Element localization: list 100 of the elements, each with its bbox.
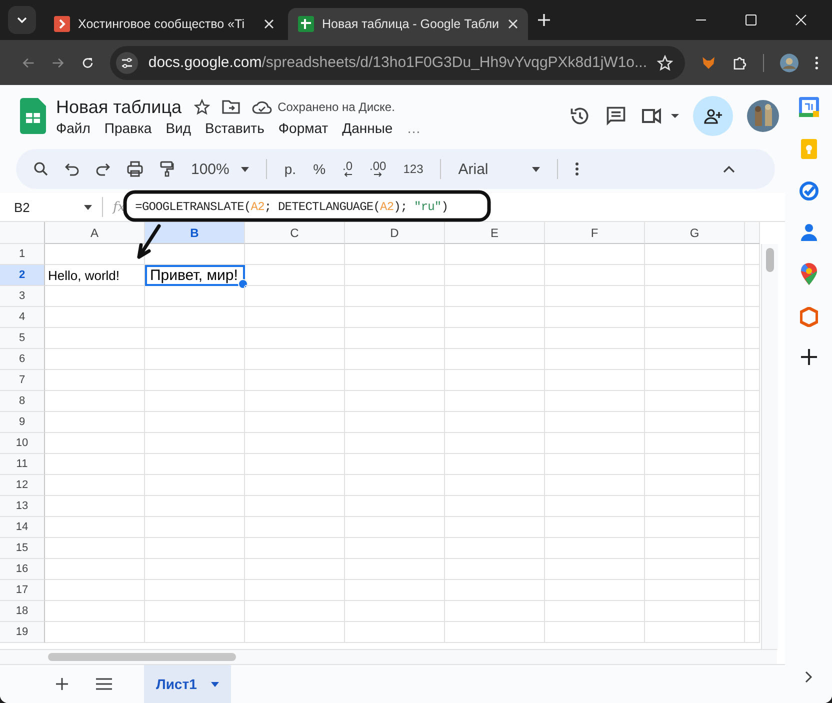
profile-avatar[interactable] xyxy=(780,52,799,74)
more-icon[interactable] xyxy=(575,162,580,176)
table-cell[interactable] xyxy=(45,601,145,622)
table-cell[interactable] xyxy=(345,517,445,538)
table-cell[interactable] xyxy=(45,328,145,349)
menu-item[interactable]: Вид xyxy=(166,120,192,136)
table-cell[interactable] xyxy=(345,265,445,286)
table-cell[interactable] xyxy=(545,517,645,538)
more-icon[interactable] xyxy=(814,54,818,70)
table-cell[interactable] xyxy=(145,286,245,307)
maximize-icon[interactable] xyxy=(745,14,757,26)
site-settings-icon[interactable] xyxy=(116,52,138,74)
add-sheet-icon[interactable] xyxy=(56,678,68,690)
row-header[interactable]: 2 xyxy=(0,265,45,286)
comment-icon[interactable] xyxy=(605,105,627,127)
table-cell[interactable] xyxy=(445,622,545,643)
increase-decimals[interactable]: .00 xyxy=(370,161,386,177)
column-header[interactable]: F xyxy=(545,222,645,244)
table-cell[interactable] xyxy=(745,433,760,454)
table-cell[interactable] xyxy=(345,370,445,391)
table-cell[interactable] xyxy=(345,286,445,307)
table-cell[interactable] xyxy=(545,454,645,475)
close-icon[interactable] xyxy=(508,19,518,29)
table-cell[interactable] xyxy=(545,475,645,496)
table-cell[interactable] xyxy=(445,307,545,328)
table-cell[interactable] xyxy=(245,454,345,475)
menu-item[interactable]: Данные xyxy=(342,120,393,136)
table-cell[interactable] xyxy=(445,580,545,601)
column-header[interactable]: E xyxy=(445,222,545,244)
table-cell[interactable] xyxy=(745,559,760,580)
table-cell[interactable] xyxy=(445,475,545,496)
table-cell[interactable] xyxy=(745,538,760,559)
table-cell[interactable] xyxy=(45,496,145,517)
table-cell[interactable] xyxy=(745,496,760,517)
table-cell[interactable] xyxy=(145,622,245,643)
table-cell[interactable] xyxy=(745,475,760,496)
table-cell[interactable] xyxy=(445,517,545,538)
table-cell[interactable] xyxy=(645,559,745,580)
menu-item[interactable]: Вставить xyxy=(205,120,264,136)
row-header[interactable]: 11 xyxy=(0,454,45,475)
table-cell[interactable] xyxy=(245,517,345,538)
row-header[interactable]: 1 xyxy=(0,244,45,265)
table-cell[interactable] xyxy=(545,580,645,601)
table-cell[interactable] xyxy=(145,496,245,517)
menu-item[interactable]: Правка xyxy=(104,120,152,136)
table-cell[interactable] xyxy=(445,601,545,622)
select-all-corner[interactable] xyxy=(0,222,45,244)
table-cell[interactable] xyxy=(545,349,645,370)
expand-icon[interactable] xyxy=(804,671,812,683)
table-cell[interactable] xyxy=(445,433,545,454)
table-cell[interactable] xyxy=(145,601,245,622)
table-cell[interactable] xyxy=(545,496,645,517)
row-header[interactable]: 13 xyxy=(0,496,45,517)
table-cell[interactable] xyxy=(145,433,245,454)
address-bar[interactable]: docs.google.com/spreadsheets/d/13ho1F0G3Du_Hh9vYvqgPXk8d1jW1o... xyxy=(110,46,686,80)
menu-item[interactable]: Формат xyxy=(278,120,328,136)
table-cell[interactable] xyxy=(745,622,760,643)
table-cell[interactable] xyxy=(745,307,760,328)
table-cell[interactable] xyxy=(45,391,145,412)
row-header[interactable]: 4 xyxy=(0,307,45,328)
more-menu[interactable]: … xyxy=(406,120,421,136)
row-header[interactable]: 6 xyxy=(0,349,45,370)
currency-format[interactable]: р. xyxy=(284,161,296,177)
column-header[interactable]: B xyxy=(145,222,245,244)
table-cell[interactable] xyxy=(645,391,745,412)
browser-tab[interactable]: Новая таблица - Google Табли xyxy=(288,8,528,40)
table-cell[interactable] xyxy=(45,244,145,265)
table-cell[interactable] xyxy=(545,559,645,580)
table-cell[interactable] xyxy=(445,496,545,517)
table-cell[interactable] xyxy=(645,475,745,496)
table-cell[interactable] xyxy=(545,433,645,454)
table-cell[interactable] xyxy=(545,286,645,307)
table-cell[interactable] xyxy=(145,244,245,265)
table-cell[interactable] xyxy=(645,286,745,307)
table-cell[interactable] xyxy=(445,370,545,391)
table-cell[interactable] xyxy=(445,559,545,580)
table-cell[interactable] xyxy=(345,391,445,412)
table-cell[interactable] xyxy=(245,349,345,370)
table-cell[interactable] xyxy=(545,601,645,622)
table-cell[interactable] xyxy=(345,559,445,580)
history-icon[interactable] xyxy=(569,105,591,127)
table-cell[interactable] xyxy=(345,433,445,454)
account-avatar[interactable] xyxy=(747,100,779,132)
table-cell[interactable] xyxy=(645,244,745,265)
table-cell[interactable] xyxy=(245,559,345,580)
table-cell[interactable] xyxy=(545,370,645,391)
table-cell[interactable] xyxy=(645,496,745,517)
table-cell[interactable] xyxy=(645,580,745,601)
table-cell[interactable] xyxy=(545,622,645,643)
close-icon[interactable] xyxy=(795,14,807,26)
table-cell[interactable] xyxy=(545,538,645,559)
table-cell[interactable] xyxy=(745,412,760,433)
table-cell[interactable] xyxy=(45,475,145,496)
redo-icon[interactable] xyxy=(96,162,110,176)
table-cell[interactable] xyxy=(345,307,445,328)
table-cell[interactable] xyxy=(445,538,545,559)
table-cell[interactable] xyxy=(145,349,245,370)
calendar-icon[interactable] xyxy=(798,97,818,117)
table-cell[interactable] xyxy=(645,433,745,454)
table-cell[interactable] xyxy=(445,391,545,412)
